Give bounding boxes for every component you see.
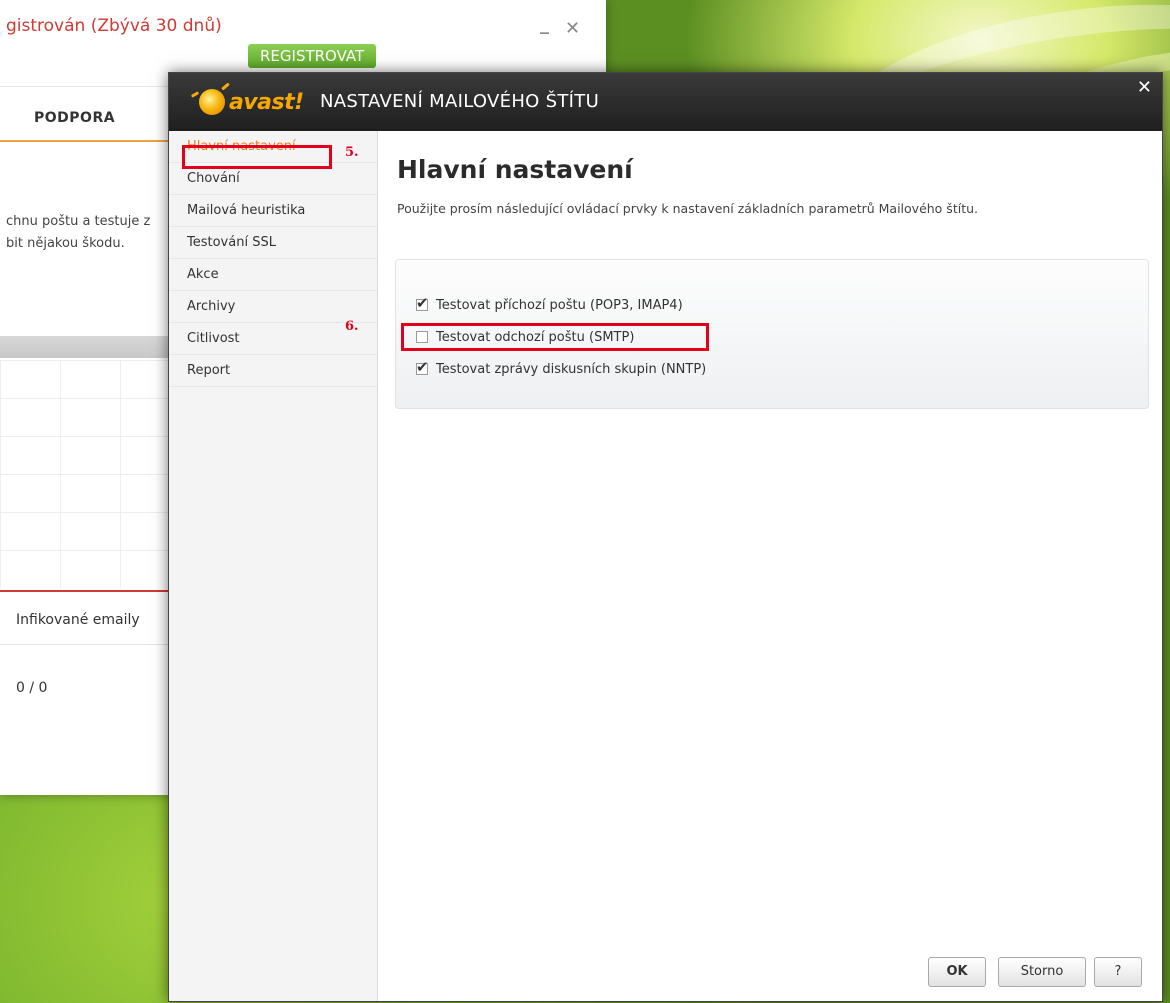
annotation-highlight-main-settings — [182, 145, 332, 169]
sidebar-item-label: Mailová heuristika — [187, 203, 306, 218]
tab-support[interactable]: PODPORA — [34, 110, 115, 126]
dialog-title: NASTAVENÍ MAILOVÉHO ŠTÍTU — [320, 91, 600, 112]
help-button[interactable]: ? — [1094, 957, 1142, 987]
annotation-step-6: 6. — [345, 319, 359, 334]
sidebar-item-label: Akce — [187, 267, 219, 282]
settings-sidebar: Hlavní nastavení Chování Mailová heurist… — [169, 131, 378, 1001]
chart-grid — [0, 360, 178, 588]
description-line-1: chnu poštu a testuje z — [6, 214, 151, 229]
tab-underline — [0, 140, 178, 142]
registration-status: gistrován (Zbývá 30 dnů) — [6, 16, 222, 36]
sidebar-item-label: Testování SSL — [187, 235, 276, 250]
sidebar-item-actions[interactable]: Akce — [169, 259, 377, 291]
checkbox-newsgroups[interactable] — [416, 358, 429, 376]
chart-baseline — [0, 590, 178, 592]
ok-button[interactable]: OK — [928, 957, 986, 987]
option-incoming-mail[interactable]: Testovat příchozí poštu (POP3, IMAP4) — [416, 294, 683, 316]
sidebar-item-mail-heuristics[interactable]: Mailová heuristika — [169, 195, 377, 227]
option-label: Testovat příchozí poštu (POP3, IMAP4) — [436, 297, 683, 313]
minimize-icon[interactable]: _ — [540, 14, 549, 35]
page-title: Hlavní nastavení — [397, 155, 633, 184]
sidebar-item-label: Chování — [187, 171, 240, 186]
sidebar-item-report[interactable]: Report — [169, 355, 377, 387]
close-icon[interactable]: ✕ — [565, 18, 580, 39]
avast-logo: avast! — [199, 87, 304, 117]
annotation-highlight-outgoing-mail — [401, 323, 709, 351]
sidebar-item-label: Report — [187, 363, 231, 378]
infected-emails-label: Infikované emaily — [16, 612, 140, 628]
option-label: Testovat zprávy diskusních skupin (NNTP) — [436, 361, 707, 377]
sidebar-item-label: Archivy — [187, 299, 236, 314]
sidebar-item-label: Citlivost — [187, 331, 240, 346]
dialog-close-icon[interactable]: ✕ — [1137, 77, 1152, 98]
chart-header-bar — [0, 336, 178, 358]
sidebar-item-ssl-scanning[interactable]: Testování SSL — [169, 227, 377, 259]
cancel-button[interactable]: Storno — [998, 957, 1086, 987]
mail-shield-settings-dialog: avast! NASTAVENÍ MAILOVÉHO ŠTÍTU ✕ Hlavn… — [168, 72, 1163, 1002]
page-description: Použijte prosím následující ovládací prv… — [397, 201, 978, 216]
dialog-header: avast! NASTAVENÍ MAILOVÉHO ŠTÍTU ✕ — [169, 73, 1162, 131]
avast-logo-icon — [199, 89, 225, 115]
description-line-2: bit nějakou škodu. — [6, 236, 125, 251]
register-button[interactable]: REGISTROVAT — [248, 44, 377, 68]
annotation-step-5: 5. — [345, 145, 359, 160]
infected-emails-value: 0 / 0 — [16, 680, 48, 696]
checkbox-incoming-mail[interactable] — [416, 294, 429, 312]
option-newsgroups[interactable]: Testovat zprávy diskusních skupin (NNTP) — [416, 358, 706, 380]
row-divider — [0, 644, 178, 645]
avast-logo-text: avast! — [229, 89, 304, 115]
